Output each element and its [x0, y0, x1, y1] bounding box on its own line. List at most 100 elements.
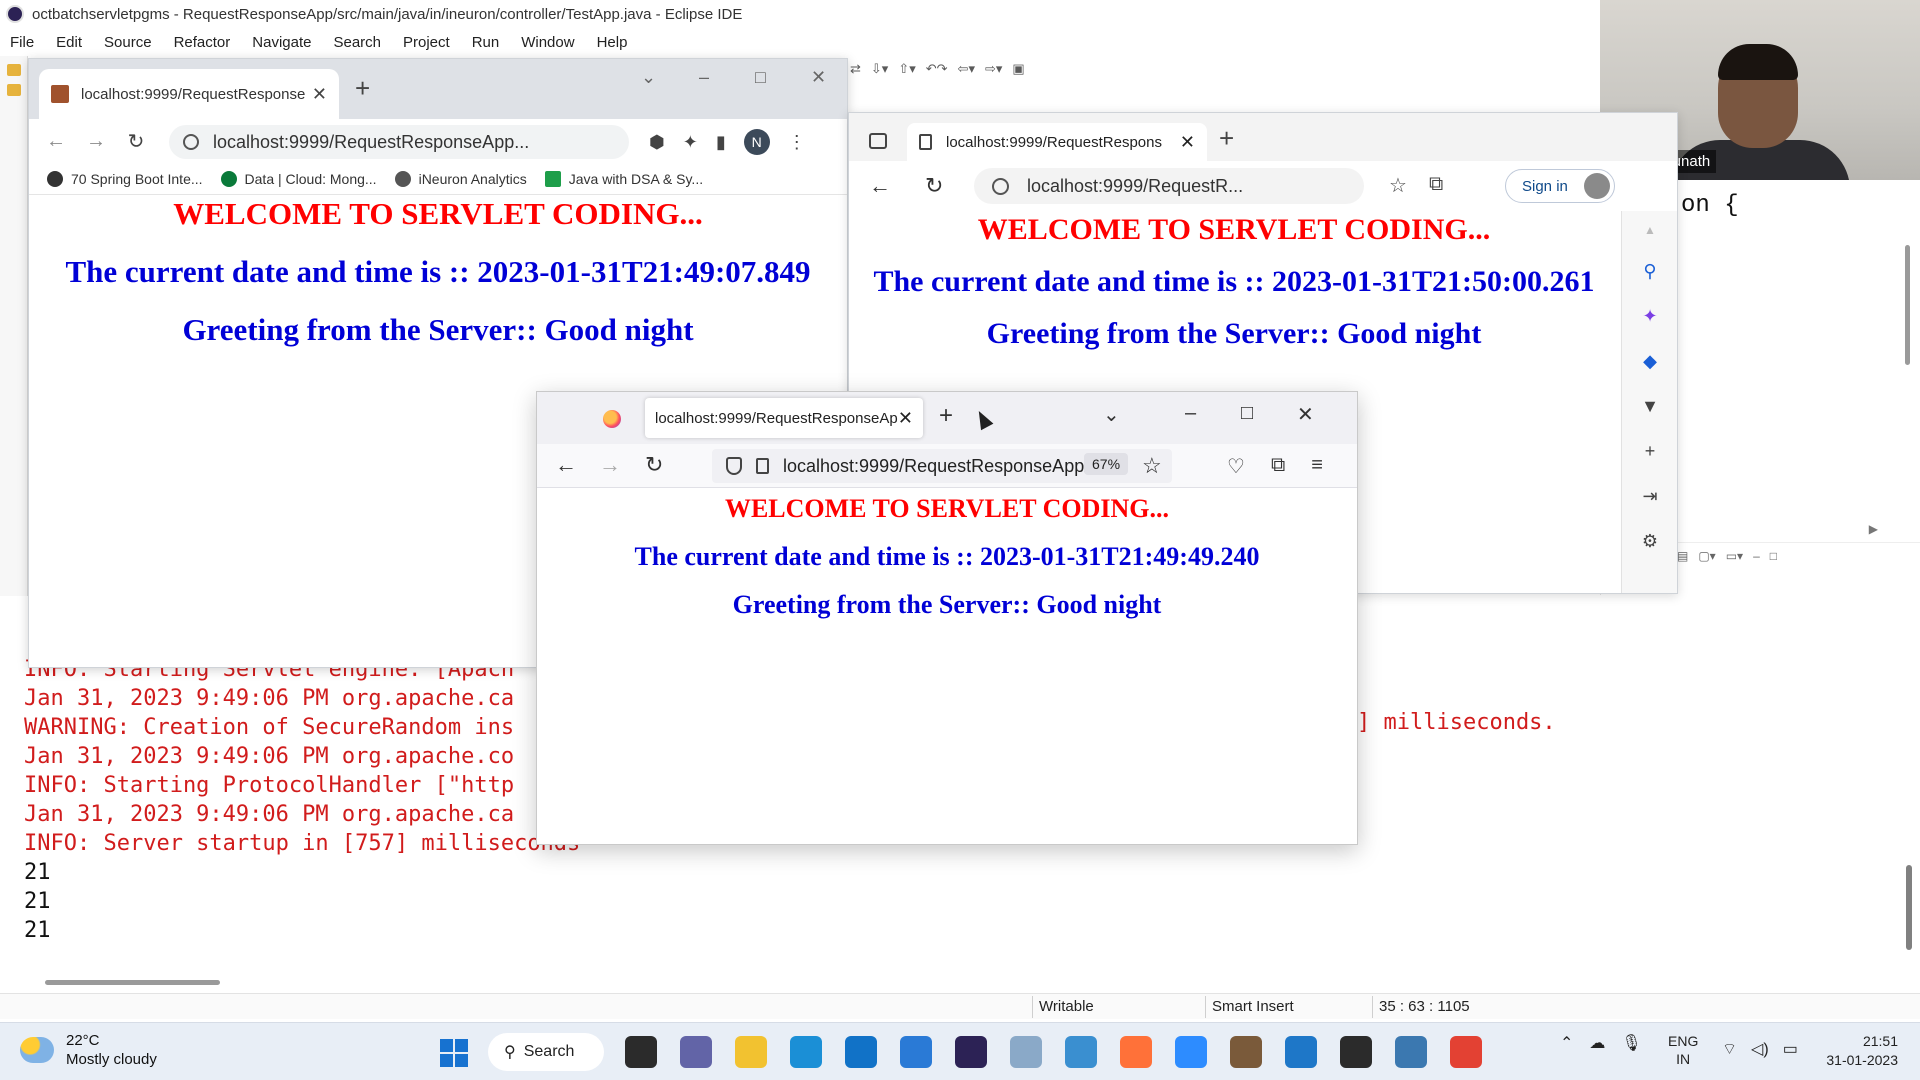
toolbar-button-icon[interactable]: ⇄ [850, 61, 861, 77]
menu-run[interactable]: Run [472, 34, 500, 51]
chrome-address-bar[interactable]: localhost:9999/RequestResponseApp... [169, 125, 629, 159]
new-tab-icon[interactable]: + [355, 73, 370, 104]
forward-icon[interactable]: ⇨▾ [985, 61, 1002, 77]
site-info-icon[interactable] [992, 177, 1009, 195]
pin-editor-icon[interactable]: ▣ [1012, 61, 1024, 77]
forward-icon[interactable]: → [83, 130, 109, 153]
minimize-icon[interactable]: – [1753, 549, 1760, 563]
editor-vertical-scrollbar[interactable] [1905, 245, 1910, 365]
prev-annotation-icon[interactable]: ⇧▾ [898, 61, 915, 77]
close-window-icon[interactable]: ✕ [811, 67, 826, 88]
menu-refactor[interactable]: Refactor [174, 34, 231, 51]
profile-avatar[interactable]: N [743, 129, 770, 155]
onedrive-icon[interactable]: ☁ [1589, 1033, 1605, 1053]
settings-icon[interactable]: ⚙ [1642, 531, 1658, 552]
teams-app-icon[interactable] [680, 1036, 712, 1068]
collections-icon[interactable]: ⧉ [1429, 173, 1443, 198]
menu-project[interactable]: Project [403, 34, 450, 51]
reload-icon[interactable]: ↻ [123, 129, 149, 154]
store-app-icon[interactable] [845, 1036, 877, 1068]
maximize-icon[interactable]: □ [1770, 549, 1777, 563]
back-icon[interactable]: ← [869, 173, 891, 199]
zoom-app-icon[interactable] [1175, 1036, 1207, 1068]
show-hidden-icons-icon[interactable]: ⌃ [1560, 1033, 1573, 1053]
page-info-icon[interactable] [756, 458, 769, 474]
list-tabs-icon[interactable]: ⌄ [1103, 402, 1120, 427]
system-clock[interactable]: 21:51 31-01-2023 [1818, 1032, 1898, 1070]
mail-app-icon[interactable] [900, 1036, 932, 1068]
firefox-tab[interactable]: localhost:9999/RequestResponseAp ✕ [645, 398, 923, 438]
maximize-icon[interactable]: □ [1241, 402, 1253, 425]
back-icon[interactable]: ← [555, 452, 577, 478]
new-tab-icon[interactable]: + [939, 402, 953, 430]
tracking-protection-icon[interactable] [726, 457, 742, 475]
eclipse-app-icon[interactable] [955, 1036, 987, 1068]
menu-search[interactable]: Search [333, 34, 381, 51]
snipping-app-icon[interactable] [1065, 1036, 1097, 1068]
notepad-app-icon[interactable] [1285, 1036, 1317, 1068]
menu-source[interactable]: Source [104, 34, 152, 51]
pocket-icon[interactable]: ♡ [1227, 454, 1245, 479]
people-app-icon[interactable] [1010, 1036, 1042, 1068]
reload-icon[interactable]: ↻ [925, 173, 943, 199]
console-toolbar-icon[interactable]: ▤ [1677, 549, 1688, 563]
shopping-icon[interactable]: ◆ [1643, 351, 1657, 372]
menu-edit[interactable]: Edit [56, 34, 82, 51]
firefox-app-icon[interactable] [1120, 1036, 1152, 1068]
side-panel-icon[interactable]: ▮ [716, 132, 726, 153]
scroll-right-icon[interactable]: ▶ [1869, 522, 1878, 536]
python-app-icon[interactable] [1395, 1036, 1427, 1068]
copilot-icon[interactable]: ✦ [1642, 306, 1657, 327]
zoom-level-badge[interactable]: 67% [1084, 453, 1129, 475]
menu-icon[interactable]: ≡ [1311, 454, 1323, 479]
task-view-app-icon[interactable] [625, 1036, 657, 1068]
sign-in-button[interactable]: Sign in [1505, 169, 1615, 203]
bookmark-item[interactable]: Java with DSA & Sy... [544, 170, 703, 187]
chrome-app-icon[interactable] [1450, 1036, 1482, 1068]
minimize-icon[interactable]: – [1185, 402, 1196, 425]
file-explorer-app-icon[interactable] [735, 1036, 767, 1068]
game-app-icon[interactable] [1230, 1036, 1262, 1068]
back-icon[interactable]: ⇦▾ [958, 61, 975, 77]
edge-app-icon[interactable] [790, 1036, 822, 1068]
close-tab-icon[interactable]: ✕ [1180, 132, 1195, 153]
forward-icon[interactable]: → [599, 452, 621, 478]
terminal-app-icon[interactable] [1340, 1036, 1372, 1068]
maximize-icon[interactable]: □ [755, 67, 766, 88]
add-icon[interactable]: + [1645, 441, 1656, 462]
site-info-icon[interactable] [183, 134, 199, 150]
reload-icon[interactable]: ↻ [645, 452, 663, 478]
edge-tab[interactable]: localhost:9999/RequestRespons ✕ [907, 123, 1207, 161]
close-tab-icon[interactable]: ✕ [898, 408, 913, 429]
display-console-icon[interactable]: ▢▾ [1698, 549, 1715, 563]
microphone-icon[interactable]: 🎙 [1621, 1033, 1641, 1053]
extensions-icon[interactable]: ✦ [683, 132, 698, 153]
console-horizontal-scrollbar[interactable] [45, 980, 220, 985]
menu-icon[interactable]: ⋮ [788, 132, 806, 153]
favorites-icon[interactable]: ☆ [1389, 173, 1407, 198]
bookmark-item[interactable]: iNeuron Analytics [394, 170, 527, 187]
package-explorer-icon[interactable] [6, 64, 21, 76]
last-edit-icon[interactable]: ↶↷ [926, 61, 948, 77]
input-language[interactable]: ENG IN [1668, 1032, 1698, 1068]
close-tab-icon[interactable]: ✕ [312, 84, 327, 105]
menu-file[interactable]: File [10, 34, 34, 51]
extensions-icon[interactable]: ⧉ [1271, 454, 1285, 479]
bookmark-star-icon[interactable]: ☆ [1142, 453, 1162, 479]
bookmark-item[interactable]: Data | Cloud: Mong... [220, 170, 377, 187]
menu-help[interactable]: Help [597, 34, 628, 51]
new-console-icon[interactable]: ▭▾ [1726, 549, 1743, 563]
search-icon[interactable]: ⚲ [1643, 261, 1656, 282]
tab-search-icon[interactable]: ⌄ [641, 67, 656, 88]
bookmark-item[interactable]: 70 Spring Boot Inte... [47, 170, 203, 187]
taskbar-search[interactable]: ⚲ Search [488, 1033, 604, 1071]
start-button[interactable] [440, 1039, 468, 1067]
firefox-address-bar[interactable]: localhost:9999/RequestResponseApp/ 67% ☆ [712, 449, 1172, 483]
chrome-tab[interactable]: localhost:9999/RequestResponse ✕ [39, 69, 339, 119]
menu-window[interactable]: Window [521, 34, 574, 51]
outline-icon[interactable] [6, 84, 21, 96]
system-tray-status[interactable]: ⌔ ◁) ▭ [1722, 1039, 1798, 1059]
new-tab-icon[interactable]: + [1219, 123, 1234, 154]
sidebar-collapse-icon[interactable]: ⇥ [1642, 486, 1657, 507]
console-vertical-scrollbar[interactable] [1906, 865, 1912, 950]
